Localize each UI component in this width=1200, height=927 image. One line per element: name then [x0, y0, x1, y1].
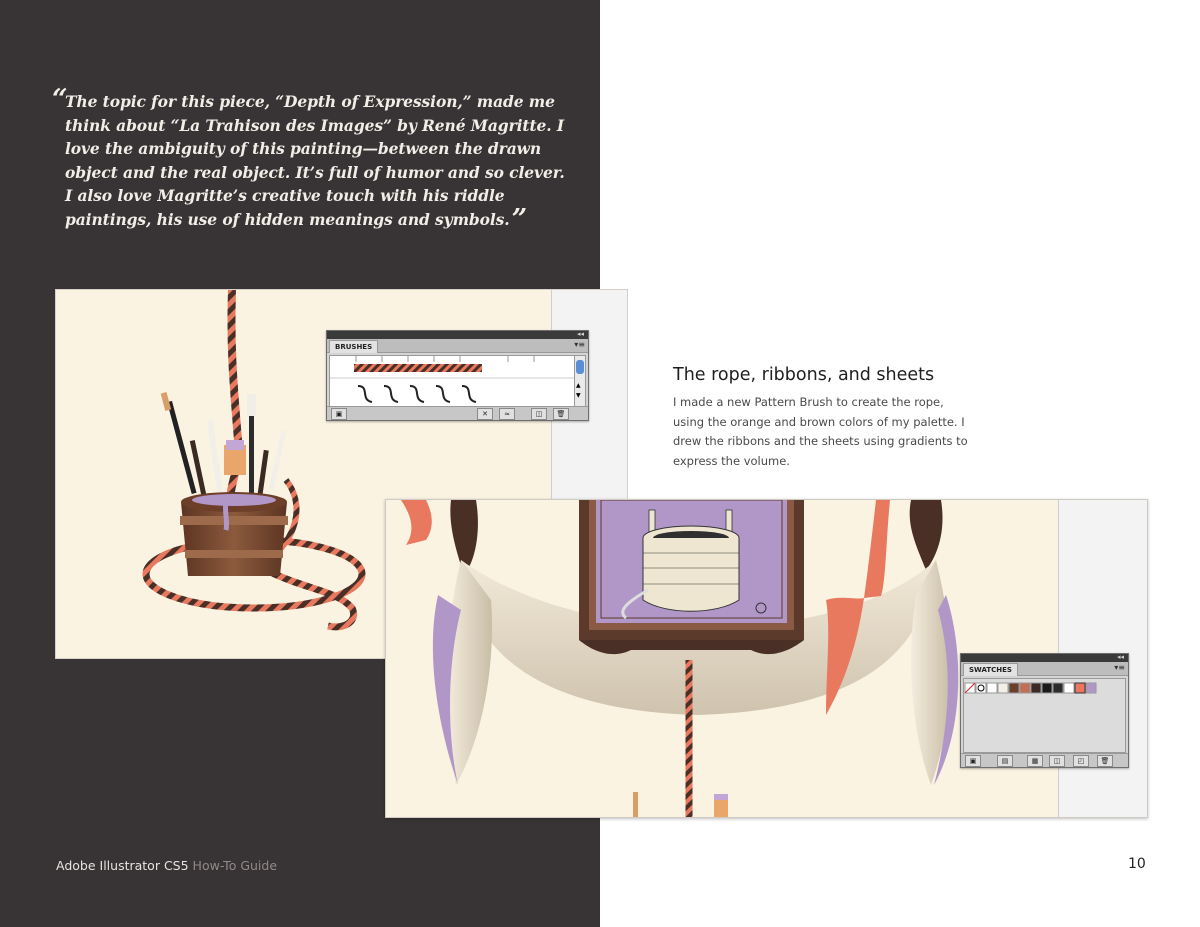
show-swatch-kinds-icon[interactable]: ▤	[997, 755, 1013, 767]
panel-menu-icon[interactable]: ▾≡	[1114, 663, 1125, 672]
delete-swatch-icon[interactable]: 🗑	[1097, 755, 1113, 767]
footer-product: Adobe Illustrator CS5	[56, 858, 189, 873]
swatches-panel-titlebar[interactable]: ◂◂	[961, 653, 1128, 662]
section-body: I made a new Pattern Brush to create the…	[673, 395, 968, 469]
wooden-bucket	[180, 492, 288, 576]
swatch-options-icon[interactable]: ▦	[1027, 755, 1043, 767]
footer-title: Adobe Illustrator CS5 How-To Guide	[56, 858, 277, 873]
collapse-icon[interactable]: ◂◂	[1117, 653, 1124, 661]
swatches-panel[interactable]: ◂◂ SWATCHES ▾≡ ▣ ▤ ▦ ◫ ◰ 🗑	[960, 653, 1129, 768]
brushes-tab[interactable]: BRUSHES	[329, 340, 379, 353]
scroll-down-icon[interactable]: ▼	[576, 392, 581, 399]
artwork-frame-screenshot: ◂◂ SWATCHES ▾≡ ▣ ▤ ▦ ◫ ◰ 🗑	[385, 499, 1148, 818]
swatch-row	[964, 682, 1097, 694]
section-heading: The rope, ribbons, and sheets	[673, 365, 935, 385]
swatches-tab[interactable]: SWATCHES	[963, 663, 1018, 676]
brushes-panel-titlebar[interactable]: ◂◂	[327, 330, 588, 339]
scroll-thumb[interactable]	[576, 360, 584, 374]
paint-brushes	[160, 392, 287, 505]
new-swatch-icon[interactable]: ◰	[1073, 755, 1089, 767]
ribbon-left	[401, 500, 432, 545]
scroll-up-icon[interactable]: ▲	[576, 382, 581, 389]
swatch-grid[interactable]	[963, 678, 1126, 753]
panel-menu-icon[interactable]: ▾≡	[574, 340, 585, 349]
brush-list[interactable]	[329, 355, 575, 407]
page-number: 10	[1128, 856, 1146, 872]
brushes-panel-toolbar: ▣ ✕ ≈ ◫ 🗑	[327, 406, 588, 420]
swatch-libraries-icon[interactable]: ▣	[965, 755, 981, 767]
quote-close-mark: ”	[511, 203, 528, 235]
quote-text: The topic for this piece, “Depth of Expr…	[65, 92, 565, 229]
collapse-icon[interactable]: ◂◂	[577, 330, 584, 338]
pull-quote: “ The topic for this piece, “Depth of Ex…	[52, 86, 565, 235]
footer-guide: How-To Guide	[192, 858, 278, 873]
delete-brush-icon[interactable]: 🗑	[553, 408, 569, 420]
new-color-group-icon[interactable]: ◫	[1049, 755, 1065, 767]
remove-brush-stroke-icon[interactable]: ✕	[477, 408, 493, 420]
brush-scrollbar[interactable]: ▲ ▼	[574, 355, 586, 407]
new-brush-icon[interactable]: ◫	[531, 408, 547, 420]
swatches-panel-toolbar: ▣ ▤ ▦ ◫ ◰ 🗑	[961, 753, 1128, 767]
brush-libraries-icon[interactable]: ▣	[331, 408, 347, 420]
pattern-brush-swatches	[330, 356, 574, 403]
brushes-panel[interactable]: ◂◂ BRUSHES ▾≡ ▲ ▼ ▣ ✕ ≈ ◫ 🗑	[326, 330, 589, 421]
brush-options-icon[interactable]: ≈	[499, 408, 515, 420]
